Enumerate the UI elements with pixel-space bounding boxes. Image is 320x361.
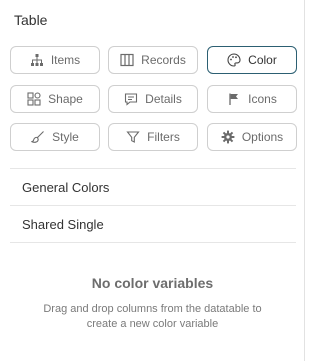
gear-icon (221, 130, 235, 144)
filters-button[interactable]: Filters (108, 123, 198, 151)
properties-panel: Table Items Records Color Shape Details (0, 0, 305, 361)
color-button-label: Color (248, 53, 277, 67)
empty-state-description: Drag and drop columns from the datatable… (43, 303, 262, 330)
divider (10, 168, 296, 169)
columns-icon (120, 53, 134, 67)
comment-icon (124, 92, 138, 106)
options-button-label: Options (241, 130, 284, 144)
details-button[interactable]: Details (108, 85, 198, 113)
shape-button[interactable]: Shape (10, 85, 100, 113)
records-button-label: Records (141, 53, 186, 67)
empty-state-title: No color variables (91, 275, 214, 291)
section-shared-single[interactable]: Shared Single (22, 217, 104, 232)
brush-icon (31, 130, 45, 144)
shape-button-label: Shape (48, 92, 83, 106)
details-button-label: Details (145, 92, 182, 106)
palette-icon (227, 53, 241, 67)
hierarchy-icon (30, 53, 44, 67)
options-button[interactable]: Options (207, 123, 297, 151)
icons-button-label: Icons (248, 92, 277, 106)
filters-button-label: Filters (147, 130, 180, 144)
section-general-colors[interactable]: General Colors (22, 180, 109, 195)
style-button[interactable]: Style (10, 123, 100, 151)
icons-button[interactable]: Icons (207, 85, 297, 113)
shapes-icon (27, 92, 41, 106)
flag-icon (227, 92, 241, 106)
divider (10, 242, 296, 243)
panel-title: Table (14, 12, 48, 28)
color-button[interactable]: Color (207, 46, 297, 74)
items-button[interactable]: Items (10, 46, 100, 74)
filter-icon (126, 130, 140, 144)
items-button-label: Items (50, 53, 81, 67)
divider (10, 205, 296, 206)
records-button[interactable]: Records (108, 46, 198, 74)
style-button-label: Style (52, 130, 79, 144)
